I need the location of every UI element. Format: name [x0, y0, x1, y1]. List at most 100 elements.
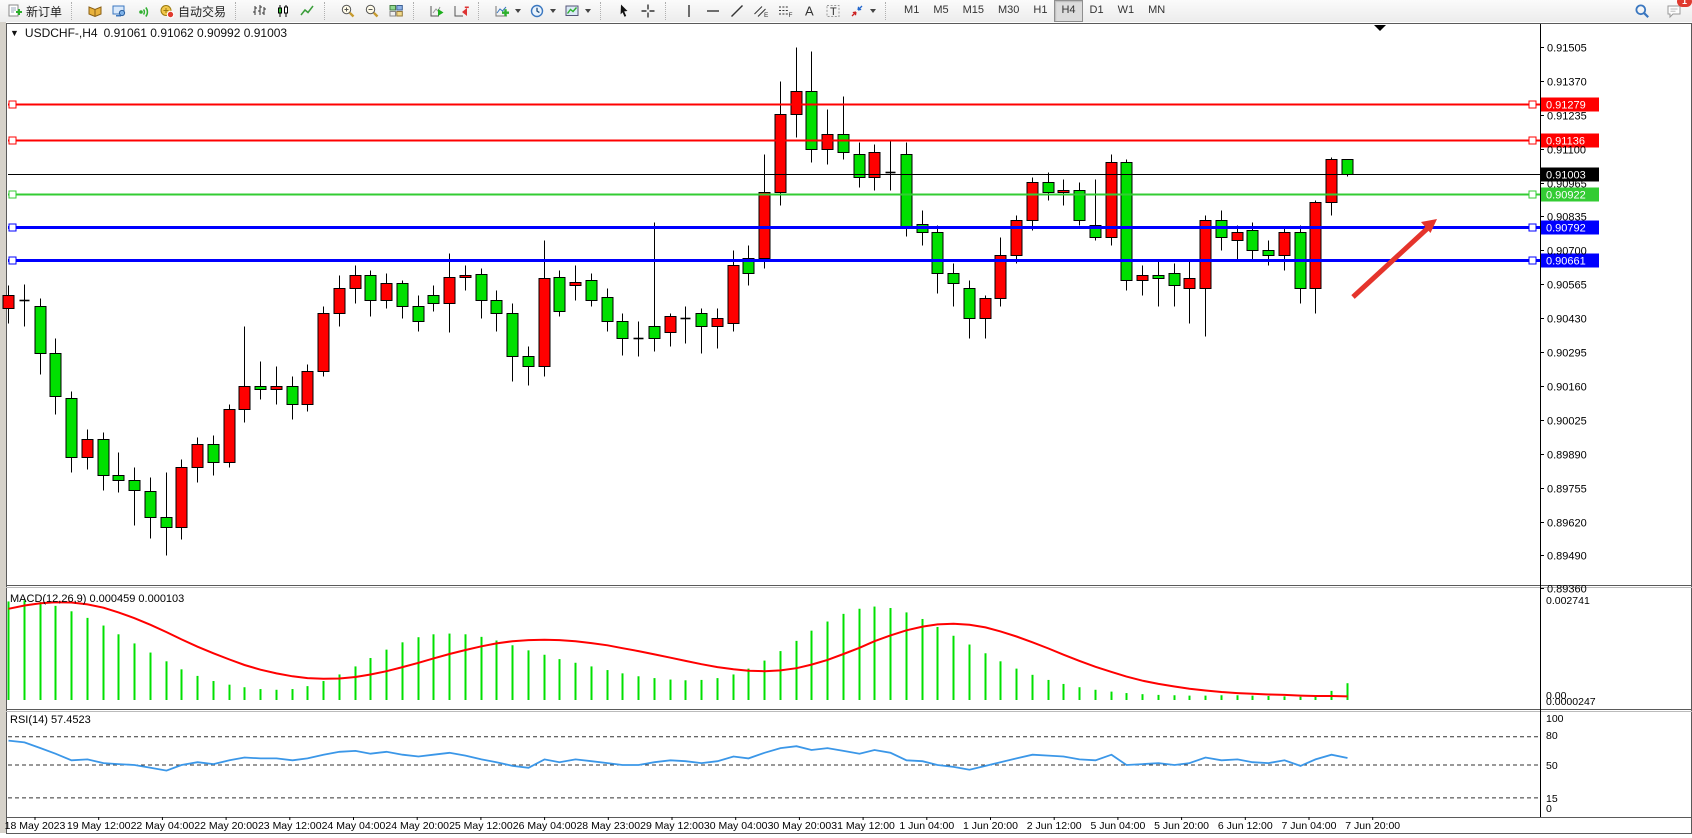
- text-tool-button[interactable]: A: [797, 0, 821, 22]
- timeframe-W1[interactable]: W1: [1111, 0, 1142, 22]
- tline-icon: [729, 3, 745, 19]
- price-tick-label: 0.90700: [1547, 246, 1587, 258]
- autoscroll-icon: [429, 3, 445, 19]
- arrows-tool-button[interactable]: [845, 0, 880, 22]
- chat-button[interactable]: 1: [1662, 0, 1686, 22]
- market-watch-button[interactable]: [107, 0, 131, 22]
- timeframe-D1[interactable]: D1: [1083, 0, 1111, 22]
- timeframe-H4[interactable]: H4: [1054, 0, 1082, 22]
- date-label: 6 Jun 12:00: [1218, 820, 1273, 832]
- date-label: 28 May 23:00: [576, 820, 640, 832]
- toolbar-separator: [600, 2, 607, 20]
- bear-candle: [145, 492, 156, 518]
- chart-menu-icon[interactable]: ▼: [10, 28, 19, 38]
- signals-button[interactable]: [131, 0, 155, 22]
- date-label: 19 May 12:00: [67, 820, 131, 832]
- timeframe-M5[interactable]: M5: [926, 0, 955, 22]
- chart-window[interactable]: ▼ USDCHF-,H4 0.91061 0.91062 0.90992 0.9…: [0, 22, 1692, 838]
- equidistant-channel-tool-button[interactable]: E: [749, 0, 773, 22]
- crosshair-tool-button[interactable]: [636, 0, 660, 22]
- bull-candle: [1184, 279, 1195, 289]
- bear-candle: [365, 276, 376, 301]
- bull-candle: [759, 193, 770, 259]
- line-endpoint-marker: [1529, 257, 1536, 264]
- bear-candle: [1247, 231, 1258, 251]
- chart-shift-button[interactable]: [449, 0, 473, 22]
- periods-list-button[interactable]: [525, 0, 560, 22]
- timeframe-H1[interactable]: H1: [1026, 0, 1054, 22]
- line-chart-mode-button[interactable]: [295, 0, 319, 22]
- price-tick-label: 0.91235: [1547, 111, 1587, 123]
- templates-button[interactable]: [560, 0, 595, 22]
- bull-candle: [239, 387, 250, 410]
- line-endpoint-marker: [9, 101, 16, 108]
- date-label: 5 Jun 04:00: [1090, 820, 1145, 832]
- bear-candle: [649, 327, 660, 339]
- indicators-list-button[interactable]: [490, 0, 525, 22]
- zoom-out-button[interactable]: [360, 0, 384, 22]
- vline-icon: [681, 3, 697, 19]
- date-label: 22 May 20:00: [194, 820, 258, 832]
- price-tick-label: 0.90965: [1547, 179, 1587, 191]
- vertical-line-tool-button[interactable]: [677, 0, 701, 22]
- metaeditor-button[interactable]: [83, 0, 107, 22]
- bear-candle: [948, 274, 959, 284]
- bear-candle: [35, 307, 46, 354]
- bear-candle: [50, 354, 61, 397]
- trendline-tool-button[interactable]: [725, 0, 749, 22]
- cursor-icon: [616, 3, 632, 19]
- price-tick-label: 0.89360: [1547, 584, 1587, 596]
- toolbar-separator: [413, 2, 420, 20]
- bear-candle: [428, 296, 439, 304]
- price-tick-label: 0.91100: [1547, 145, 1586, 157]
- rsi-line: [9, 741, 1348, 771]
- fibonacci-tool-button[interactable]: F: [773, 0, 797, 22]
- price-tick-label: 0.89755: [1547, 484, 1587, 496]
- price-tick-label: 0.91505: [1547, 43, 1587, 55]
- bear-candle: [287, 387, 298, 405]
- timeframe-M15[interactable]: M15: [956, 0, 991, 22]
- candle-chart-mode-button[interactable]: [271, 0, 295, 22]
- bull-candle: [460, 276, 471, 278]
- dropdown-caret-icon: [550, 9, 556, 13]
- window-left-edge: [0, 22, 6, 833]
- toolbar-separator: [71, 2, 78, 20]
- bear-candle: [1043, 183, 1054, 193]
- line-endpoint-marker: [1529, 191, 1536, 198]
- timeframe-MN[interactable]: MN: [1141, 0, 1172, 22]
- bull-candle: [775, 115, 786, 193]
- cursor-tool-button[interactable]: [612, 0, 636, 22]
- auto-scroll-button[interactable]: [425, 0, 449, 22]
- bear-candle: [554, 278, 565, 312]
- autotrading-button[interactable]: 自动交易: [155, 0, 230, 22]
- new-order-button[interactable]: 新订单: [3, 0, 66, 22]
- bull-candle: [192, 445, 203, 468]
- bear-candle: [397, 284, 408, 307]
- bear-candle: [932, 233, 943, 274]
- bull-candle: [381, 284, 392, 301]
- date-label: 23 May 12:00: [258, 820, 322, 832]
- bear-candle: [838, 135, 849, 153]
- label-tool-button[interactable]: T: [821, 0, 845, 22]
- bull-candle: [82, 440, 93, 458]
- horizontal-line-tool-button[interactable]: [701, 0, 725, 22]
- channel-icon: E: [753, 3, 769, 19]
- rsi-axis-label: 50: [1546, 760, 1558, 772]
- zoom-in-button[interactable]: [336, 0, 360, 22]
- timeframe-M30[interactable]: M30: [991, 0, 1026, 22]
- price-badge-label: 0.90792: [1546, 223, 1586, 235]
- bear-candle: [1263, 251, 1274, 256]
- autotrade-icon: [159, 3, 175, 19]
- macd-label: MACD(12,26,9) 0.000459 0.000103: [10, 593, 184, 605]
- bear-candle: [161, 518, 172, 528]
- price-tick-label: 0.90295: [1547, 348, 1587, 360]
- timeframe-M1[interactable]: M1: [897, 0, 926, 22]
- date-label: 24 May 04:00: [322, 820, 386, 832]
- search-button[interactable]: [1630, 0, 1654, 22]
- tile-windows-button[interactable]: [384, 0, 408, 22]
- chart-canvas[interactable]: 0.912790.911360.910030.909220.907920.906…: [0, 22, 1692, 838]
- bear-candle: [113, 476, 124, 481]
- price-tick-label: 0.90565: [1547, 280, 1587, 292]
- bull-candle: [350, 276, 361, 289]
- bar-chart-mode-button[interactable]: [247, 0, 271, 22]
